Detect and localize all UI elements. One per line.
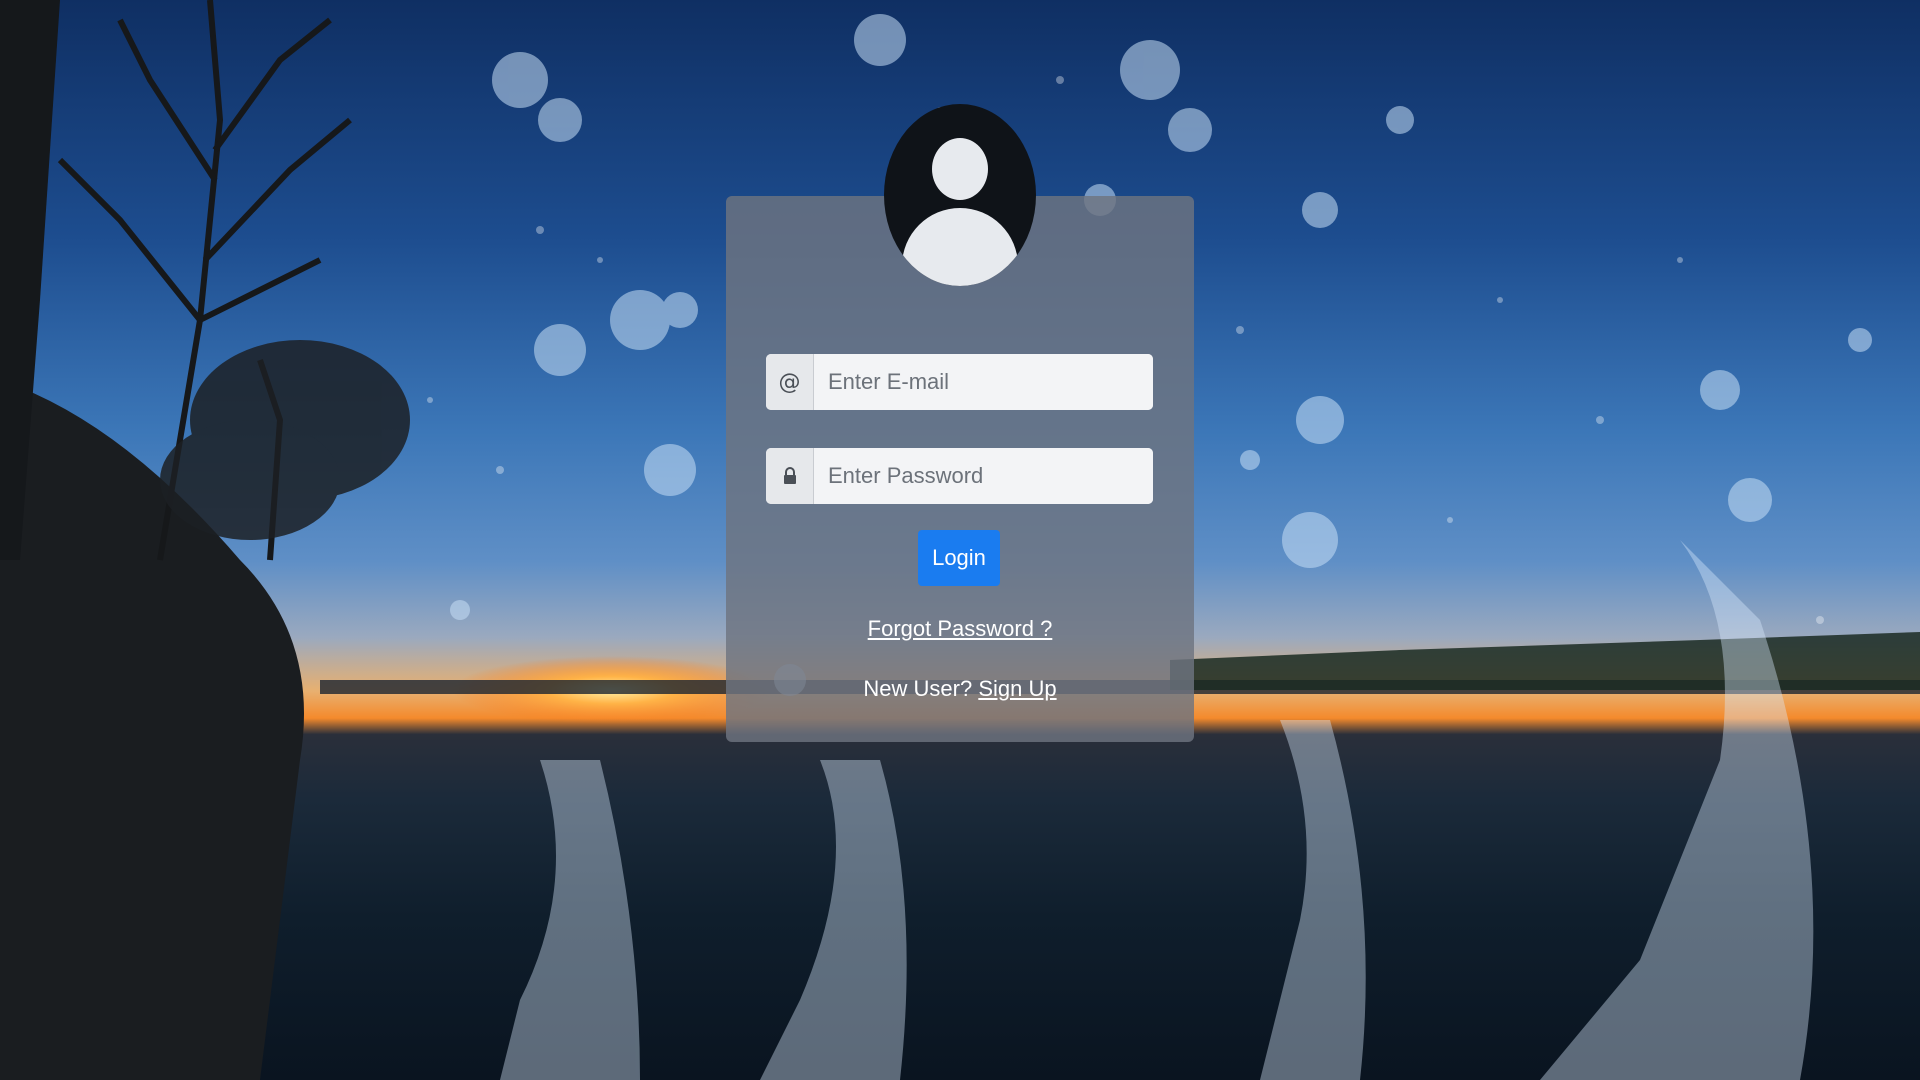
- email-input-group: @: [766, 354, 1153, 410]
- user-avatar-icon: [884, 104, 1036, 286]
- login-button[interactable]: Login: [918, 530, 1000, 586]
- lock-icon: [766, 448, 814, 504]
- avatar-head: [932, 138, 988, 200]
- at-sign-icon: @: [766, 354, 814, 410]
- signup-link[interactable]: Sign Up: [978, 676, 1056, 701]
- forgot-password-link[interactable]: Forgot Password ?: [868, 616, 1053, 641]
- signup-row: New User? Sign Up: [726, 676, 1194, 702]
- password-input-group: [766, 448, 1153, 504]
- password-field[interactable]: [814, 448, 1153, 504]
- avatar-shoulders: [902, 208, 1018, 286]
- forgot-password-row: Forgot Password ?: [726, 616, 1194, 642]
- new-user-text: New User?: [863, 676, 979, 701]
- email-field[interactable]: [814, 354, 1153, 410]
